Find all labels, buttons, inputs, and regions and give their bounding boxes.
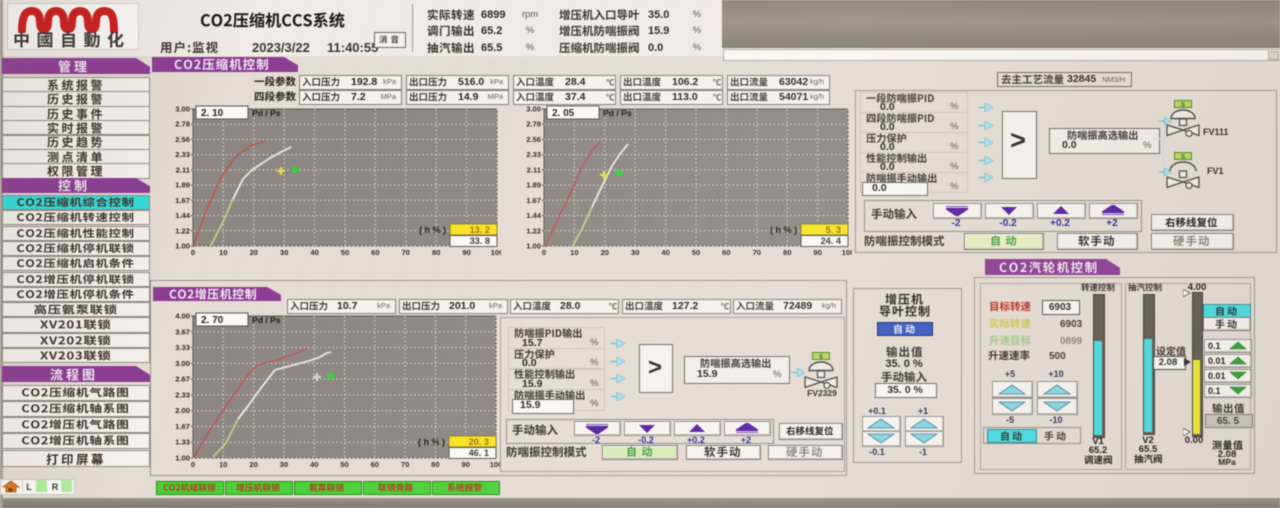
svg-text:80: 80 xyxy=(431,460,439,469)
svg-text:Pd / Ps: Pd / Ps xyxy=(252,315,281,325)
svg-text:60: 60 xyxy=(371,460,379,469)
svg-text:1.89: 1.89 xyxy=(175,181,190,190)
svg-text:24. 4: 24. 4 xyxy=(821,236,842,246)
svg-text:1.33: 1.33 xyxy=(175,438,190,447)
svg-text:60: 60 xyxy=(371,248,379,257)
svg-text:Pd / Ps: Pd / Ps xyxy=(252,108,281,118)
svg-text:2.56: 2.56 xyxy=(526,135,541,144)
svg-text:2.33: 2.33 xyxy=(526,150,541,159)
svg-text:100: 100 xyxy=(490,460,500,469)
svg-text:2.67: 2.67 xyxy=(175,375,190,384)
svg-text:2.33: 2.33 xyxy=(175,390,190,399)
svg-text:30: 30 xyxy=(631,248,639,257)
svg-text:0: 0 xyxy=(542,248,546,257)
svg-text:1.67: 1.67 xyxy=(175,196,190,205)
svg-text:2.78: 2.78 xyxy=(526,120,541,129)
svg-text:90: 90 xyxy=(462,248,470,257)
svg-text:80: 80 xyxy=(783,248,791,257)
svg-text:3.00: 3.00 xyxy=(175,359,190,368)
svg-text:30: 30 xyxy=(280,248,288,257)
svg-text:1.22: 1.22 xyxy=(175,226,190,235)
svg-text:1.67: 1.67 xyxy=(526,196,541,205)
svg-text:13. 2: 13. 2 xyxy=(470,225,490,235)
svg-text:10: 10 xyxy=(219,460,227,469)
svg-text:2.33: 2.33 xyxy=(175,150,190,159)
svg-text:1.22: 1.22 xyxy=(526,226,541,235)
svg-text:40: 40 xyxy=(310,248,318,257)
svg-text:10: 10 xyxy=(219,248,227,257)
svg-text:1.89: 1.89 xyxy=(526,181,541,190)
svg-text:46. 1: 46. 1 xyxy=(469,448,489,458)
svg-text:2.00: 2.00 xyxy=(175,406,190,415)
svg-text:100: 100 xyxy=(491,248,501,257)
svg-text:2.11: 2.11 xyxy=(527,165,542,174)
svg-text:1.44: 1.44 xyxy=(526,211,542,220)
svg-text:3.33: 3.33 xyxy=(175,343,190,352)
svg-text:50: 50 xyxy=(692,248,700,257)
svg-text:80: 80 xyxy=(432,248,440,257)
svg-text:90: 90 xyxy=(461,460,469,469)
svg-text:20: 20 xyxy=(601,248,609,257)
svg-text:S: S xyxy=(1181,103,1185,109)
svg-text:70: 70 xyxy=(401,460,409,469)
svg-text:50: 50 xyxy=(340,460,348,469)
svg-text:1.44: 1.44 xyxy=(175,211,191,220)
svg-text:3.00: 3.00 xyxy=(175,105,190,114)
svg-text:2. 70: 2. 70 xyxy=(201,315,224,326)
svg-text:40: 40 xyxy=(310,460,318,469)
svg-text:2. 05: 2. 05 xyxy=(552,108,575,119)
svg-text:2.11: 2.11 xyxy=(176,165,191,174)
svg-text:2.56: 2.56 xyxy=(175,135,190,144)
svg-text:1.67: 1.67 xyxy=(175,422,190,431)
svg-text:20: 20 xyxy=(250,248,258,257)
svg-text:33. 8: 33. 8 xyxy=(470,236,490,246)
svg-text:20: 20 xyxy=(249,460,257,469)
svg-text:70: 70 xyxy=(753,248,761,257)
svg-text:1.00: 1.00 xyxy=(175,454,190,463)
svg-text:3.67: 3.67 xyxy=(175,327,190,336)
svg-text:70: 70 xyxy=(402,248,410,257)
svg-text:50: 50 xyxy=(341,248,349,257)
svg-text:2. 10: 2. 10 xyxy=(201,108,224,119)
svg-text:4.00: 4.00 xyxy=(175,312,190,321)
svg-text:3.00: 3.00 xyxy=(526,105,541,114)
svg-text:0: 0 xyxy=(191,460,195,469)
svg-text:( h % ): ( h % ) xyxy=(419,225,446,235)
svg-text:1.00: 1.00 xyxy=(526,242,541,251)
svg-text:1.00: 1.00 xyxy=(175,242,190,251)
svg-text:30: 30 xyxy=(280,460,288,469)
svg-text:40: 40 xyxy=(661,248,669,257)
svg-text:100: 100 xyxy=(842,248,852,257)
svg-text:Pd / Ps: Pd / Ps xyxy=(603,108,632,118)
svg-text:0: 0 xyxy=(191,248,195,257)
svg-text:10: 10 xyxy=(570,248,578,257)
svg-text:90: 90 xyxy=(813,248,821,257)
svg-text:S: S xyxy=(1181,155,1185,161)
svg-text:60: 60 xyxy=(722,248,730,257)
svg-text:2.78: 2.78 xyxy=(175,120,190,129)
